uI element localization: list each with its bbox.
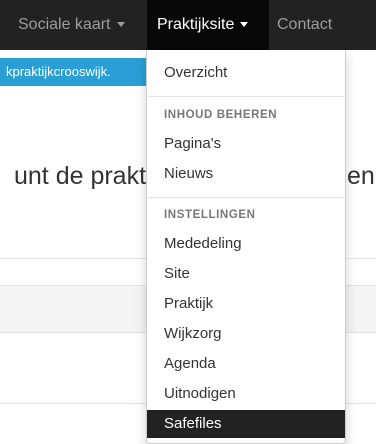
menu-item-overzicht[interactable]: Overzicht (147, 59, 345, 87)
site-url-link[interactable]: kpraktijkcrooswijk. (0, 58, 170, 86)
nav-sociale-kaart[interactable]: Sociale kaart (18, 0, 125, 50)
nav-praktijksite-label: Praktijksite (157, 16, 235, 33)
menu-item-paginas[interactable]: Pagina's (147, 130, 345, 158)
menu-divider (148, 197, 344, 198)
nav-contact-label: Contact (277, 16, 333, 33)
menu-item-praktijk[interactable]: Praktijk (147, 290, 345, 318)
menu-item-wijkzorg[interactable]: Wijkzorg (147, 320, 345, 348)
menu-item-agenda[interactable]: Agenda (147, 350, 345, 378)
page-heading-left: unt de prakti (14, 162, 152, 190)
menu-item-uitnodigen[interactable]: Uitnodigen (147, 380, 345, 408)
menu-item-safefiles[interactable]: Safefiles (147, 410, 345, 438)
menu-header-instellingen: INSTELLINGEN (164, 209, 256, 221)
menu-item-mededeling[interactable]: Mededeling (147, 230, 345, 258)
menu-divider (148, 96, 344, 97)
caret-down-icon (240, 22, 249, 28)
nav-contact[interactable]: Contact (277, 0, 332, 50)
nav-praktijksite[interactable]: Praktijksite (147, 0, 269, 50)
menu-item-site[interactable]: Site (147, 260, 345, 288)
menu-header-inhoud-beheren: INHOUD BEHEREN (164, 109, 278, 121)
nav-sociale-kaart-label: Sociale kaart (18, 16, 111, 33)
page-heading-right: en (347, 162, 375, 190)
top-navbar: Sociale kaart Praktijksite Contact (0, 0, 376, 50)
menu-item-nieuws[interactable]: Nieuws (147, 160, 345, 188)
caret-down-icon (116, 22, 125, 28)
praktijksite-dropdown-menu: Overzicht INHOUD BEHEREN Pagina's Nieuws… (146, 50, 346, 444)
